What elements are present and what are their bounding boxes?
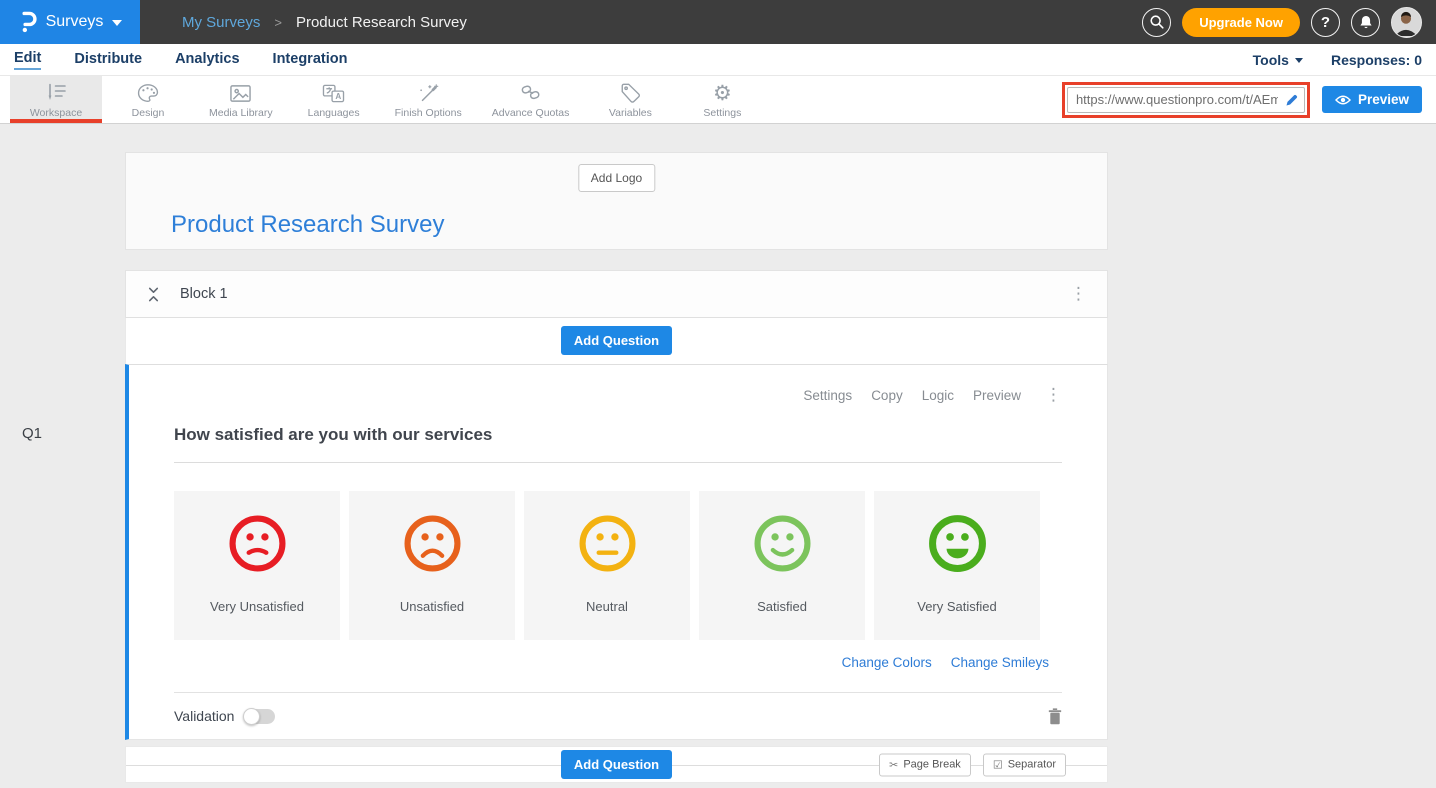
workspace-canvas: Q1 Add Logo Product Research Survey Bloc… bbox=[0, 124, 1436, 783]
smiley-very-satisfied-icon bbox=[926, 491, 989, 580]
topbar-actions: Upgrade Now ? bbox=[1142, 7, 1436, 38]
question-number-label: Q1 bbox=[22, 425, 42, 442]
avatar[interactable] bbox=[1391, 7, 1422, 38]
tab-distribute[interactable]: Distribute bbox=[74, 51, 142, 69]
section-nav: Edit Distribute Analytics Integration To… bbox=[0, 44, 1436, 76]
tools-dropdown[interactable]: Tools bbox=[1253, 52, 1303, 68]
question-text[interactable]: How satisfied are you with our services bbox=[174, 425, 1062, 463]
page-break-button[interactable]: ✂ Page Break bbox=[879, 753, 971, 776]
surveys-app-menu[interactable]: Surveys bbox=[0, 0, 140, 44]
search-icon bbox=[1149, 14, 1165, 30]
option-neutral[interactable]: Neutral bbox=[524, 491, 690, 640]
toolbar-item-workspace[interactable]: Workspace bbox=[10, 76, 102, 123]
smiley-unsatisfied-icon bbox=[401, 491, 464, 580]
question-settings-link[interactable]: Settings bbox=[803, 388, 852, 403]
block-kebab-menu-icon[interactable]: ⋮ bbox=[1070, 286, 1087, 303]
chevron-down-icon bbox=[1295, 58, 1303, 63]
toolbar-item-languages[interactable]: A Languages bbox=[288, 76, 380, 123]
survey-url-input[interactable] bbox=[1067, 87, 1305, 113]
bell-icon bbox=[1359, 15, 1373, 30]
preview-button[interactable]: Preview bbox=[1322, 86, 1422, 113]
finish-options-icon bbox=[416, 80, 440, 104]
question-action-menu: Settings Copy Logic Preview ⋮ bbox=[174, 365, 1062, 404]
breadcrumb-my-surveys[interactable]: My Surveys bbox=[182, 14, 260, 31]
validation-row: Validation bbox=[174, 692, 1062, 739]
question-copy-link[interactable]: Copy bbox=[871, 388, 903, 403]
question-kebab-menu-icon[interactable]: ⋮ bbox=[1045, 387, 1062, 404]
workspace-icon bbox=[43, 80, 69, 104]
top-bar: Surveys My Surveys > Product Research Su… bbox=[0, 0, 1436, 44]
survey-title[interactable]: Product Research Survey bbox=[171, 211, 444, 239]
questionpro-logo bbox=[18, 10, 37, 34]
notifications-button[interactable] bbox=[1351, 8, 1380, 37]
smiley-customize-links: Change Colors Change Smileys bbox=[174, 655, 1062, 670]
languages-icon: A bbox=[321, 80, 346, 104]
survey-header-card: Add Logo Product Research Survey bbox=[125, 152, 1108, 250]
tab-integration[interactable]: Integration bbox=[273, 51, 348, 69]
toolbar-item-media-library[interactable]: Media Library bbox=[194, 76, 288, 123]
add-question-row: Add Question bbox=[125, 318, 1108, 364]
block-footer: Add Question ✂ Page Break ☑ Separator bbox=[125, 746, 1108, 783]
collapse-block-icon[interactable] bbox=[146, 286, 161, 303]
upgrade-now-button[interactable]: Upgrade Now bbox=[1182, 8, 1300, 37]
svg-text:A: A bbox=[336, 92, 342, 101]
media-library-icon bbox=[228, 80, 253, 104]
question-preview-link[interactable]: Preview bbox=[973, 388, 1021, 403]
edit-url-pencil-icon[interactable] bbox=[1285, 93, 1299, 107]
option-satisfied[interactable]: Satisfied bbox=[699, 491, 865, 640]
help-button[interactable]: ? bbox=[1311, 8, 1340, 37]
search-button[interactable] bbox=[1142, 8, 1171, 37]
option-very-unsatisfied[interactable]: Very Unsatisfied bbox=[174, 491, 340, 640]
design-icon bbox=[136, 80, 160, 104]
toolbar-item-settings[interactable]: ⚙ Settings bbox=[676, 76, 768, 123]
breadcrumb-current: Product Research Survey bbox=[296, 14, 467, 31]
delete-question-trash-icon[interactable] bbox=[1048, 708, 1062, 725]
breadcrumb-separator: > bbox=[274, 15, 282, 30]
smiley-neutral-icon bbox=[576, 491, 639, 580]
separator-button[interactable]: ☑ Separator bbox=[983, 753, 1066, 776]
toolbar-item-design[interactable]: Design bbox=[102, 76, 194, 123]
change-colors-link[interactable]: Change Colors bbox=[842, 655, 932, 670]
block-title[interactable]: Block 1 bbox=[180, 286, 228, 302]
advance-quotas-icon bbox=[519, 80, 543, 104]
smiley-very-unsatisfied-icon bbox=[226, 491, 289, 580]
block-header: Block 1 ⋮ bbox=[125, 270, 1108, 318]
separator-checkbox-icon: ☑ bbox=[993, 758, 1003, 771]
tab-edit[interactable]: Edit bbox=[14, 50, 41, 70]
question-card[interactable]: Settings Copy Logic Preview ⋮ How satisf… bbox=[125, 364, 1108, 740]
app-menu-label: Surveys bbox=[46, 13, 104, 31]
smiley-satisfied-icon bbox=[751, 491, 814, 580]
smiley-scale: Very Unsatisfied Unsatisfied bbox=[174, 491, 1062, 640]
validation-toggle[interactable] bbox=[244, 709, 275, 724]
add-question-button-bottom[interactable]: Add Question bbox=[561, 750, 672, 779]
validation-label: Validation bbox=[174, 708, 234, 724]
option-unsatisfied[interactable]: Unsatisfied bbox=[349, 491, 515, 640]
tab-analytics[interactable]: Analytics bbox=[175, 51, 239, 69]
question-logic-link[interactable]: Logic bbox=[922, 388, 954, 403]
breadcrumb: My Surveys > Product Research Survey bbox=[182, 14, 467, 31]
editor-toolbar: Workspace Design Media Library bbox=[0, 76, 1436, 124]
add-question-button-top[interactable]: Add Question bbox=[561, 326, 672, 355]
variables-icon bbox=[619, 80, 642, 104]
survey-url-highlight bbox=[1062, 82, 1310, 118]
responses-count: Responses: 0 bbox=[1331, 52, 1422, 68]
toolbar-item-variables[interactable]: Variables bbox=[584, 76, 676, 123]
toolbar-item-advance-quotas[interactable]: Advance Quotas bbox=[477, 76, 585, 123]
eye-icon bbox=[1335, 94, 1351, 106]
add-logo-button[interactable]: Add Logo bbox=[578, 164, 655, 192]
settings-icon: ⚙ bbox=[713, 80, 732, 104]
toolbar-item-finish-options[interactable]: Finish Options bbox=[380, 76, 477, 123]
option-very-satisfied[interactable]: Very Satisfied bbox=[874, 491, 1040, 640]
page-break-icon: ✂ bbox=[889, 758, 898, 771]
chevron-down-icon bbox=[112, 20, 122, 26]
help-icon: ? bbox=[1321, 14, 1330, 31]
change-smileys-link[interactable]: Change Smileys bbox=[951, 655, 1049, 670]
